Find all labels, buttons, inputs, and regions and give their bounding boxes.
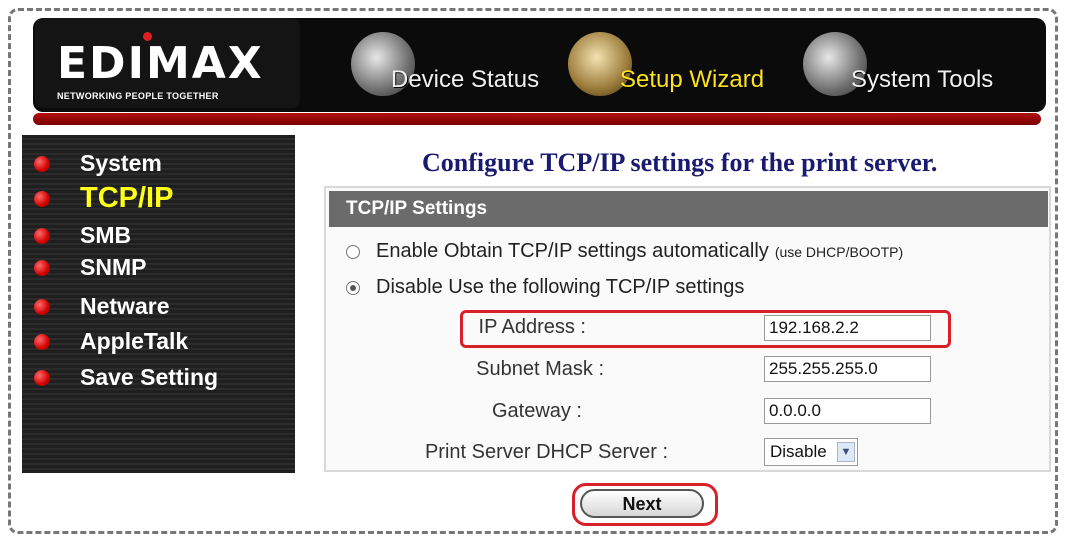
- red-bullet-icon: [34, 369, 50, 386]
- panel-title: TCP/IP Settings: [329, 191, 1048, 227]
- radio-auto-label: Enable Obtain TCP/IP settings automatica…: [376, 240, 769, 262]
- dhcp-server-label: Print Server DHCP Server :: [424, 441, 668, 463]
- red-bullet-icon: [34, 190, 50, 207]
- subnet-mask-label: Subnet Mask :: [476, 358, 604, 380]
- nav-device-status-label: Device Status: [391, 66, 540, 93]
- page-title: Configure TCP/IP settings for the print …: [422, 148, 938, 177]
- logo-wordmark: EDIMAX: [57, 38, 264, 89]
- sidebar-item-label: SMB: [80, 222, 132, 248]
- radio-auto[interactable]: [346, 244, 360, 259]
- red-bullet-icon: [34, 333, 50, 350]
- sidebar-item-tcpip[interactable]: TCP/IP: [22, 182, 173, 215]
- radio-manual-label: Disable Use the following TCP/IP setting…: [376, 276, 745, 298]
- sidebar: System TCP/IP SMB SNMP Netware AppleTalk…: [22, 135, 295, 473]
- tcpip-settings-panel: TCP/IP Settings Enable Obtain TCP/IP set…: [324, 186, 1051, 472]
- ip-address-input[interactable]: [764, 315, 931, 341]
- sidebar-item-label: SNMP: [80, 254, 147, 280]
- sidebar-item-label: Save Setting: [80, 364, 219, 390]
- radio-manual-row[interactable]: Disable Use the following TCP/IP setting…: [346, 276, 744, 299]
- radio-auto-note: (use DHCP/BOOTP): [774, 243, 904, 260]
- next-button[interactable]: Next: [580, 489, 704, 518]
- gateway-input[interactable]: [764, 398, 931, 424]
- red-bullet-icon: [34, 259, 50, 276]
- ip-address-label: IP Address :: [478, 316, 586, 338]
- nav-device-status[interactable]: Device Status: [351, 18, 571, 108]
- logo-dot-icon: [143, 32, 152, 41]
- sidebar-item-label: TCP/IP: [80, 182, 174, 214]
- radio-manual[interactable]: [346, 280, 360, 295]
- sidebar-item-netware[interactable]: Netware: [22, 293, 169, 320]
- subnet-mask-input[interactable]: [764, 356, 931, 382]
- sidebar-item-save-setting[interactable]: Save Setting: [22, 364, 218, 391]
- sidebar-item-smb[interactable]: SMB: [22, 222, 131, 249]
- radio-auto-row[interactable]: Enable Obtain TCP/IP settings automatica…: [346, 240, 903, 263]
- dhcp-server-select[interactable]: Disable ▼: [764, 438, 858, 466]
- edimax-logo: EDIMAX NETWORKING PEOPLE TOGETHER: [35, 18, 300, 108]
- sidebar-item-label: Netware: [80, 293, 170, 319]
- nav-system-tools-label: System Tools: [851, 66, 994, 93]
- gateway-label: Gateway :: [491, 400, 582, 422]
- red-bullet-icon: [34, 298, 50, 315]
- header-bar: EDIMAX NETWORKING PEOPLE TOGETHER Device…: [33, 18, 1046, 112]
- red-bullet-icon: [34, 227, 50, 244]
- sidebar-item-appletalk[interactable]: AppleTalk: [22, 328, 188, 355]
- sidebar-item-snmp[interactable]: SNMP: [22, 254, 146, 281]
- logo-tagline: NETWORKING PEOPLE TOGETHER: [57, 91, 219, 101]
- nav-setup-wizard-label: Setup Wizard: [620, 66, 765, 93]
- sidebar-item-system[interactable]: System: [22, 150, 162, 177]
- red-bullet-icon: [34, 155, 50, 172]
- sidebar-item-label: AppleTalk: [80, 328, 189, 354]
- dhcp-server-value: Disable: [770, 442, 827, 461]
- header-red-divider: [33, 113, 1041, 125]
- nav-system-tools[interactable]: System Tools: [803, 18, 1043, 108]
- sidebar-item-label: System: [80, 150, 162, 176]
- chevron-down-icon[interactable]: ▼: [837, 442, 855, 462]
- nav-setup-wizard[interactable]: Setup Wizard: [568, 18, 788, 108]
